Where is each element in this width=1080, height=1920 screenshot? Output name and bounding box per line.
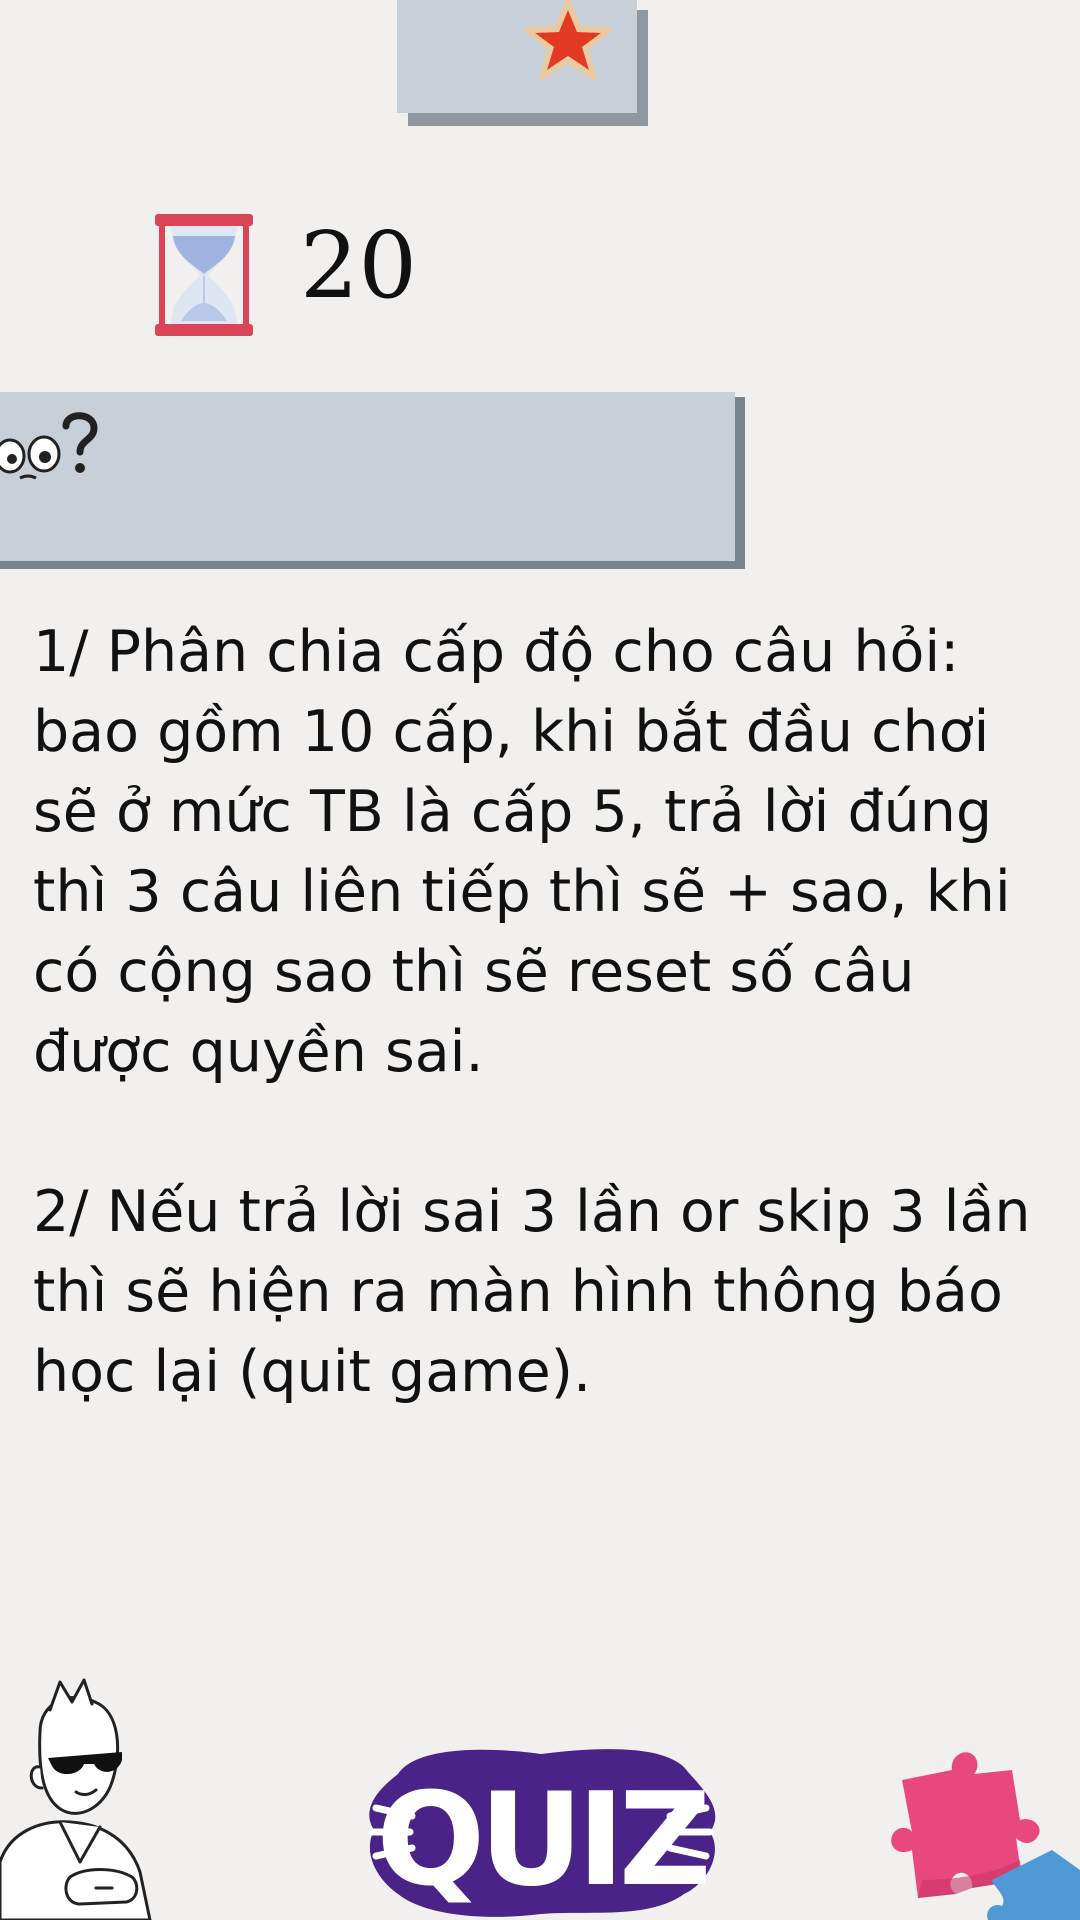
quiz-logo: QUIZ <box>368 1749 716 1917</box>
puzzle-icon <box>891 1752 1080 1920</box>
thinking-face-icon <box>0 412 98 480</box>
question-banner[interactable] <box>0 392 735 561</box>
quiz-logo-text: QUIZ <box>376 1766 706 1915</box>
rule-2: 2/ Nếu trả lời sai 3 lần or skip 3 lần t… <box>33 1179 1031 1405</box>
rules-text: 1/ Phân chia cấp độ cho câu hỏi: bao gồm… <box>33 612 1053 1412</box>
hourglass-icon <box>155 214 253 336</box>
star-icon <box>524 0 612 80</box>
timer-value: 20 <box>300 212 418 319</box>
rule-1: 1/ Phân chia cấp độ cho câu hỏi: bao gồm… <box>33 619 1011 1085</box>
gamer-illustration <box>0 1678 152 1920</box>
